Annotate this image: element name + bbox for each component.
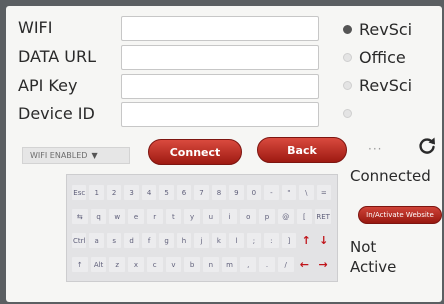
keyboard-key[interactable]: d xyxy=(124,233,139,248)
keyboard-key[interactable]: h xyxy=(176,233,192,248)
keyboard-key[interactable]: 9 xyxy=(229,185,244,200)
keyboard-key[interactable]: , xyxy=(240,257,257,272)
radio-option-1[interactable]: RevSci xyxy=(343,18,412,40)
more-dots: ··· xyxy=(368,142,383,156)
keyboard-key[interactable]: u xyxy=(203,209,219,224)
keyboard-key[interactable]: 7 xyxy=(194,185,209,200)
data-url-label: DATA URL xyxy=(18,47,97,66)
keyboard-key[interactable]: " xyxy=(281,185,297,200)
keyboard-key[interactable]: RET xyxy=(315,209,331,224)
keyboard-key[interactable]: ← xyxy=(297,257,313,272)
keyboard-key[interactable]: → xyxy=(315,257,331,272)
connection-status: Connected xyxy=(350,167,431,185)
keyboard-key[interactable]: x xyxy=(128,257,144,272)
keyboard-key[interactable]: ] xyxy=(281,233,297,248)
keyboard-key[interactable]: k xyxy=(211,233,227,248)
keyboard-key[interactable]: o xyxy=(240,209,257,224)
keyboard-key[interactable]: Ctrl xyxy=(72,233,87,248)
keyboard-key[interactable]: z xyxy=(109,257,126,272)
keyboard-key[interactable]: = xyxy=(316,185,331,200)
radio-option-3[interactable]: RevSci xyxy=(343,74,412,96)
keyboard-key[interactable]: b xyxy=(184,257,200,272)
api-key-label: API Key xyxy=(18,76,78,95)
website-status-line1: Not xyxy=(350,238,377,256)
keyboard-key[interactable]: p xyxy=(259,209,275,224)
data-url-field[interactable] xyxy=(121,45,319,70)
keyboard-key[interactable]: . xyxy=(259,257,275,272)
keyboard-key[interactable]: [ xyxy=(296,209,313,224)
caret-down-icon: ▼ xyxy=(91,151,98,160)
keyboard-key[interactable]: c xyxy=(146,257,163,272)
radio-unselected-icon xyxy=(343,108,352,118)
api-key-field[interactable] xyxy=(121,74,319,99)
keyboard-key[interactable]: g xyxy=(159,233,174,248)
keyboard-key[interactable]: 5 xyxy=(159,185,174,200)
radio-option-2[interactable]: Office xyxy=(343,46,406,68)
keyboard-key[interactable]: 1 xyxy=(89,185,104,200)
keyboard-key[interactable]: n xyxy=(203,257,219,272)
keyboard-key[interactable]: y xyxy=(184,209,200,224)
radio-selected-icon xyxy=(343,24,352,34)
back-button[interactable]: Back xyxy=(257,137,347,163)
keyboard-key[interactable]: a xyxy=(89,233,104,248)
keyboard-key[interactable]: @ xyxy=(277,209,294,224)
keyboard-key[interactable]: \ xyxy=(299,185,314,200)
wifi-select-value: WIFI ENABLED xyxy=(30,151,88,160)
connect-button[interactable]: Connect xyxy=(148,139,242,165)
wifi-enabled-select[interactable]: WIFI ENABLED ▼ xyxy=(22,147,130,164)
keyboard-key[interactable]: 2 xyxy=(106,185,122,200)
keyboard-key[interactable]: 3 xyxy=(124,185,139,200)
radio-label: Office xyxy=(359,47,406,67)
keyboard-key[interactable]: f xyxy=(141,233,157,248)
wifi-field[interactable] xyxy=(121,16,319,41)
keyboard-key[interactable]: ↑ xyxy=(299,233,313,248)
keyboard-key[interactable]: 6 xyxy=(176,185,192,200)
device-id-label: Device ID xyxy=(18,104,95,123)
keyboard-key[interactable]: ; xyxy=(246,233,262,248)
keyboard-key[interactable]: 4 xyxy=(141,185,157,200)
wifi-label: WIFI xyxy=(18,18,53,37)
keyboard-key[interactable]: Esc xyxy=(72,185,87,200)
keyboard-key[interactable]: t xyxy=(165,209,182,224)
keyboard-key[interactable]: 8 xyxy=(211,185,227,200)
keyboard-key[interactable]: r xyxy=(146,209,163,224)
keyboard-key[interactable]: Alt xyxy=(90,257,107,272)
keyboard-key[interactable]: v xyxy=(165,257,182,272)
activate-website-button[interactable]: In/Activate Website xyxy=(358,206,442,224)
device-id-field[interactable] xyxy=(121,102,319,127)
on-screen-keyboard: Esc 1 2 3 4 5 6 7 8 9 0- " \ = ⇆ q w e r t y u i o p @[RET Ctrl a s d… xyxy=(66,174,338,282)
keyboard-key[interactable]: m xyxy=(221,257,238,272)
keyboard-key[interactable]: ↑ xyxy=(72,257,88,272)
keyboard-key[interactable]: q xyxy=(90,209,107,224)
radio-unselected-icon xyxy=(343,80,352,90)
keyboard-key[interactable]: ⇆ xyxy=(72,209,88,224)
keyboard-key[interactable]: l xyxy=(229,233,244,248)
keyboard-key[interactable]: j xyxy=(194,233,209,248)
keyboard-key[interactable]: : xyxy=(264,233,279,248)
keyboard-key[interactable]: 0 xyxy=(246,185,262,200)
radio-label: RevSci xyxy=(359,19,413,39)
keyboard-key[interactable]: - xyxy=(264,185,279,200)
keyboard-key[interactable]: ↓ xyxy=(317,233,331,248)
website-status-line2: Active xyxy=(350,258,397,276)
radio-unselected-icon xyxy=(343,52,352,62)
keyboard-key[interactable]: i xyxy=(221,209,238,224)
refresh-icon[interactable] xyxy=(417,136,437,156)
keyboard-key[interactable]: / xyxy=(277,257,294,272)
keyboard-key[interactable]: s xyxy=(106,233,122,248)
radio-label: RevSci xyxy=(359,75,413,95)
radio-option-4[interactable] xyxy=(343,102,359,124)
keyboard-key[interactable]: w xyxy=(109,209,126,224)
keyboard-key[interactable]: e xyxy=(128,209,144,224)
device-screen: WIFI DATA URL API Key Device ID RevSci O… xyxy=(6,6,442,302)
